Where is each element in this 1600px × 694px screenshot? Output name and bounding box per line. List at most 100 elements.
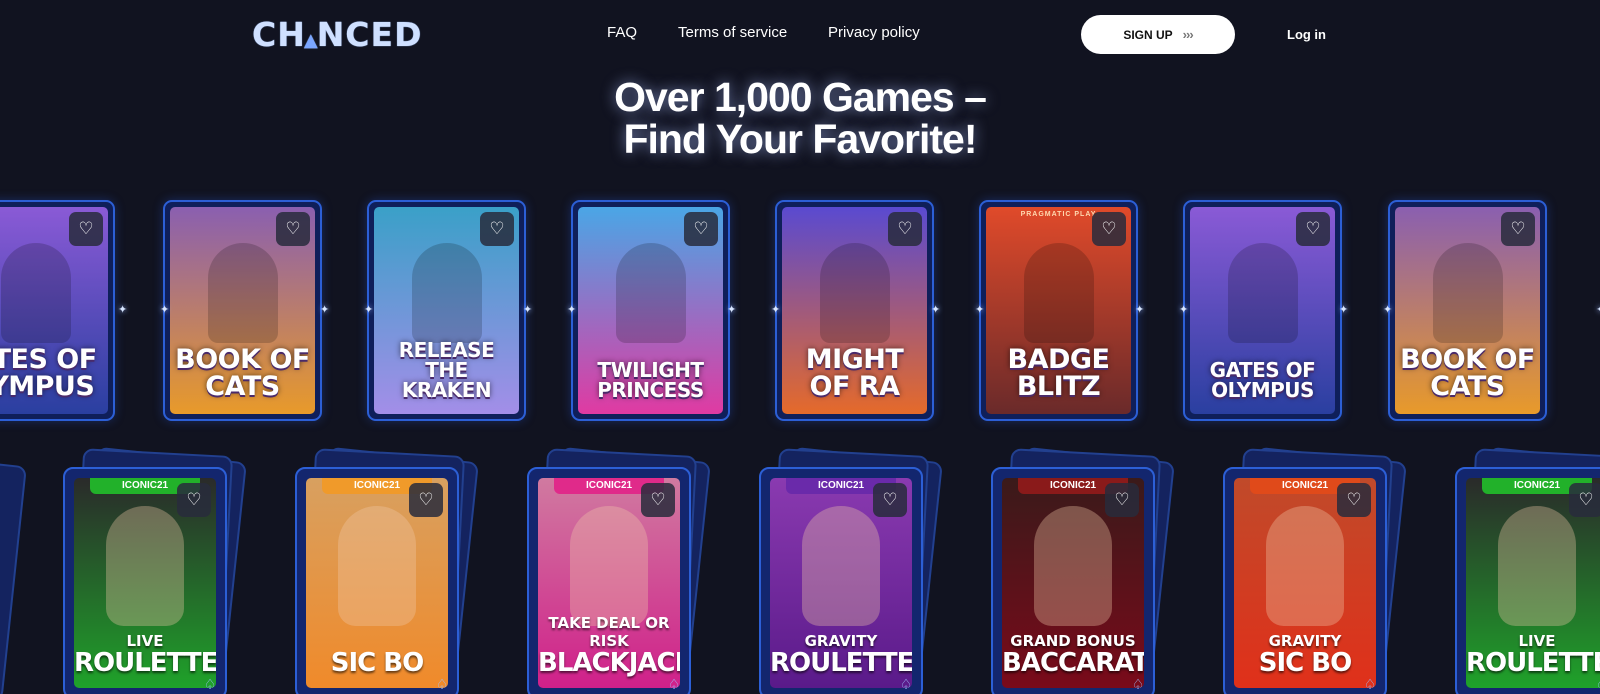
sparkle-icon: ✦: [1383, 304, 1393, 316]
dealer-photo: [802, 506, 880, 626]
card-stack-back: [0, 450, 27, 694]
slot-game-title: MIGHT OF RA: [805, 344, 904, 402]
chevrons-right-icon: ›››: [1182, 27, 1194, 42]
heart-icon[interactable]: ♡: [1569, 483, 1600, 517]
sparkle-icon: ✦: [1135, 304, 1145, 316]
slot-game-card[interactable]: BOOK OF CATS ♡: [163, 200, 322, 421]
signup-label: SIGN UP: [1123, 27, 1173, 42]
heart-icon[interactable]: ♡: [1105, 483, 1139, 517]
live-game-title: ROULETTE: [1466, 648, 1600, 678]
live-game-stack: ♤ICONIC21GRAND BONUSBACCARAT♡♤: [991, 446, 1181, 694]
spade-icon: ♤: [1591, 673, 1600, 694]
heart-icon[interactable]: ♡: [1296, 212, 1330, 246]
slot-game-art: RELEASE THE KRAKEN ♡: [374, 207, 519, 414]
live-game-title: ROULETTE: [770, 648, 912, 678]
slot-game-title: ATES OF LYMPUS: [0, 344, 97, 402]
live-game-card[interactable]: ♤ICONIC21SIC BO♡♤: [295, 467, 459, 694]
slot-game-title: BOOK OF CATS: [1400, 344, 1535, 402]
character-illustration: [1023, 243, 1094, 343]
heart-icon[interactable]: ♡: [1337, 483, 1371, 517]
live-game-title: SIC BO: [330, 648, 424, 678]
live-game-art: ICONIC21 GRAND BONUS BACCARAT ♡: [1002, 478, 1144, 688]
live-game-art: ICONIC21 GRAVITY SIC BO ♡: [1234, 478, 1376, 688]
heart-icon[interactable]: ♡: [1092, 212, 1126, 246]
live-game-card[interactable]: ♤ICONIC21TAKE DEAL OR RISKBLACKJACK♡♤: [527, 467, 691, 694]
spade-icon: ♤: [899, 676, 913, 692]
dealer-photo: [570, 506, 648, 626]
heart-icon[interactable]: ♡: [480, 212, 514, 246]
heart-icon[interactable]: ♡: [69, 212, 103, 246]
slot-game-title: RELEASE THE KRAKEN: [398, 338, 495, 402]
character-illustration: [1227, 243, 1298, 343]
sparkle-icon: ✦: [1339, 304, 1349, 316]
heart-icon[interactable]: ♡: [177, 483, 211, 517]
live-game-card[interactable]: ♤ICONIC21GRAND BONUSBACCARAT♡♤: [991, 467, 1155, 694]
slot-game-card[interactable]: MIGHT OF RA ♡: [775, 200, 934, 421]
live-game-title: ROULETTE: [74, 648, 216, 678]
dealer-photo: [1266, 506, 1344, 626]
live-game-stack: ♤ICONIC21GRAVITYSIC BO♡♤: [1223, 446, 1413, 694]
heart-icon[interactable]: ♡: [684, 212, 718, 246]
signup-button[interactable]: SIGN UP ›››: [1081, 15, 1235, 54]
dealer-photo: [1034, 506, 1112, 626]
live-game-card[interactable]: ♤ICONIC21GRAVITYROULETTE♡♤: [759, 467, 923, 694]
heart-icon[interactable]: ♡: [873, 483, 907, 517]
character-illustration: [1432, 243, 1503, 343]
live-game-title: BACCARAT: [1002, 648, 1144, 678]
slot-game-card[interactable]: TWILIGHT PRINCESS ♡: [571, 200, 730, 421]
slot-game-art: BOOK OF CATS ♡: [1395, 207, 1540, 414]
live-game-art: ICONIC21 LIVE ROULETTE ♡: [74, 478, 216, 688]
slot-game-card[interactable]: BOOK OF CATS ♡: [1388, 200, 1547, 421]
headline-line-1: Over 1,000 Games –: [614, 74, 987, 120]
heart-icon[interactable]: ♡: [888, 212, 922, 246]
slot-game-art: MIGHT OF RA ♡: [782, 207, 927, 414]
live-game-stack: ♤ICONIC21GRAVITYROULETTE♡♤: [759, 446, 949, 694]
slot-game-card[interactable]: PRAGMATIC PLAY BADGE BLITZ ♡: [979, 200, 1138, 421]
slot-game-card[interactable]: GATES OF OLYMPUS ♡: [1183, 200, 1342, 421]
sparkle-icon: ✦: [160, 304, 170, 316]
character-illustration: [819, 243, 890, 343]
live-game-subtitle: TAKE DEAL OR RISK: [548, 614, 670, 650]
live-games-carousel: ♤ICONIC21LIVEROULETTE♡♤♤ICONIC21SIC BO♡♤…: [0, 446, 1600, 694]
dealer-photo: [106, 506, 184, 626]
live-game-art: ICONIC21 SIC BO ♡: [306, 478, 448, 688]
sparkle-icon: ✦: [320, 304, 330, 316]
sparkle-icon: ✦: [364, 304, 374, 316]
login-link[interactable]: Log in: [1287, 27, 1326, 42]
slot-game-art: GATES OF OLYMPUS ♡: [1190, 207, 1335, 414]
character-illustration: [615, 243, 686, 343]
page-headline: Over 1,000 Games – Find Your Favorite!: [0, 76, 1600, 160]
slot-game-card[interactable]: RELEASE THE KRAKEN ♡: [367, 200, 526, 421]
character-illustration: [0, 243, 71, 343]
dealer-photo: [1498, 506, 1576, 626]
headline-line-2: Find Your Favorite!: [623, 116, 977, 162]
live-game-art: ICONIC21 TAKE DEAL OR RISK BLACKJACK ♡: [538, 478, 680, 688]
nav-terms[interactable]: Terms of service: [678, 24, 787, 41]
slot-game-art: ATES OF LYMPUS ♡: [0, 207, 108, 414]
spade-icon: ♤: [435, 676, 449, 692]
heart-icon[interactable]: ♡: [409, 483, 443, 517]
slot-game-card[interactable]: ATES OF LYMPUS ♡: [0, 200, 115, 421]
live-game-art: ICONIC21 GRAVITY ROULETTE ♡: [770, 478, 912, 688]
live-game-card[interactable]: ♤ICONIC21GRAVITYSIC BO♡♤: [1223, 467, 1387, 694]
character-illustration: [207, 243, 278, 343]
live-game-card[interactable]: ♤ICONIC21LIVEROULETTE♡♤: [1455, 467, 1600, 694]
sparkle-icon: ✦: [118, 304, 128, 316]
slot-game-art: TWILIGHT PRINCESS ♡: [578, 207, 723, 414]
heart-icon[interactable]: ♡: [276, 212, 310, 246]
spade-icon: ♤: [1363, 676, 1377, 692]
sparkle-icon: ✦: [567, 304, 577, 316]
live-game-stack: ♤ICONIC21LIVEROULETTE♡♤: [63, 446, 253, 694]
nav-privacy[interactable]: Privacy policy: [828, 24, 920, 41]
top-nav: FAQ Terms of service Privacy policy: [0, 24, 1600, 44]
live-game-stack: ♤ICONIC21TAKE DEAL OR RISKBLACKJACK♡♤: [527, 446, 717, 694]
spade-icon: ♤: [203, 676, 217, 692]
nav-faq[interactable]: FAQ: [607, 24, 637, 41]
live-game-card[interactable]: ♤ICONIC21LIVEROULETTE♡♤: [63, 467, 227, 694]
heart-icon[interactable]: ♡: [1501, 212, 1535, 246]
character-illustration: [411, 243, 482, 343]
slot-game-art: PRAGMATIC PLAY BADGE BLITZ ♡: [986, 207, 1131, 414]
sparkle-icon: ✦: [523, 304, 533, 316]
live-game-stack: ♤ICONIC21LIVEROULETTE♡♤: [1455, 446, 1600, 694]
heart-icon[interactable]: ♡: [641, 483, 675, 517]
